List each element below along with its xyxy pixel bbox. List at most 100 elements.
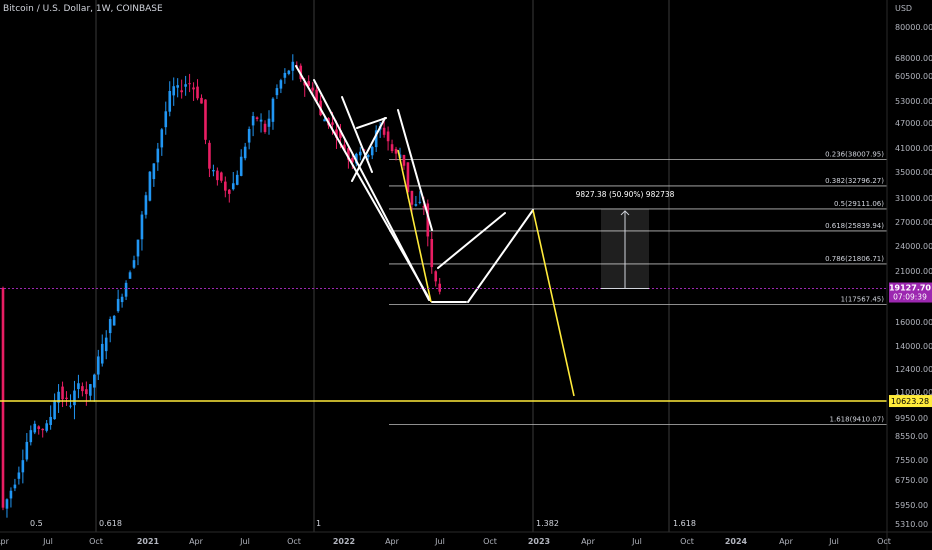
candle-body — [224, 181, 227, 191]
candle-body — [184, 84, 187, 87]
candle-body — [275, 88, 279, 96]
x-tick-label: Oct — [877, 537, 891, 546]
candle-body — [382, 127, 386, 135]
candle-body — [81, 386, 84, 392]
y-tick-label: 35000.00 — [895, 168, 932, 177]
candle-body — [128, 272, 132, 279]
y-tick-label: 80000.00 — [895, 23, 932, 32]
candle-body — [180, 90, 183, 93]
candle-body — [406, 162, 410, 193]
x-tick-label: Jul — [631, 537, 642, 546]
candle-body — [359, 151, 362, 156]
candle-body — [5, 499, 9, 509]
fib-time-label: 1.618 — [673, 519, 696, 528]
candle-body — [263, 123, 267, 132]
candle-body — [13, 484, 17, 489]
x-tick-label: Jul — [828, 537, 839, 546]
candle-body — [65, 397, 68, 399]
y-tick-label: 41000.00 — [895, 144, 932, 153]
y-tick-label: 5950.00 — [895, 501, 928, 510]
y-tick-label: 47000.00 — [895, 119, 932, 128]
fib-time-label: 1 — [316, 519, 321, 528]
x-tick-label: Apr — [189, 537, 204, 546]
candle-body — [192, 87, 195, 90]
y-tick-label: 5310.00 — [895, 520, 928, 529]
candle-body — [120, 296, 124, 303]
candle-body — [196, 86, 199, 99]
candle-body — [148, 171, 152, 201]
candle-body — [438, 283, 441, 292]
candle-body — [418, 201, 422, 203]
chart-title: Bitcoin / U.S. Dollar, 1W, COINBASE — [3, 4, 163, 14]
pattern-line — [313, 79, 430, 301]
candle-body — [49, 416, 52, 425]
candle-body — [132, 260, 136, 268]
y-tick-label: 9950.00 — [895, 414, 928, 423]
candle-body — [239, 156, 243, 176]
y-tick-label: 21000.00 — [895, 267, 932, 276]
fib-level-label: 0.786(21806.71) — [825, 255, 884, 263]
fib-level-label: 0.382(32796.27) — [825, 177, 884, 185]
candle-body — [200, 97, 203, 104]
candle-body — [33, 423, 37, 433]
candle-body — [243, 146, 247, 159]
candle-body — [323, 119, 326, 122]
candle-body — [212, 170, 215, 172]
candle-body — [144, 195, 148, 215]
candle-body — [168, 91, 172, 112]
x-tick-label: Jul — [434, 537, 445, 546]
target-price-label: 10623.28 — [891, 397, 929, 406]
x-tick-label: Apr — [581, 537, 596, 546]
x-tick-label: Jul — [42, 537, 53, 546]
price-chart[interactable]: 0.236(38007.95) 0.382(32796.27) 0.5(29111.… — [0, 0, 932, 550]
y-tick-label: 24000.00 — [895, 242, 932, 251]
candle-body — [414, 204, 418, 206]
candles — [1, 54, 441, 518]
pattern-line — [437, 212, 506, 269]
x-tick-label: Oct — [680, 537, 694, 546]
y-tick-label: 14000.00 — [895, 342, 932, 351]
candle-body — [255, 117, 259, 120]
candle-body — [1, 287, 5, 508]
candle-body — [386, 131, 390, 142]
x-tick-label: Jul — [239, 537, 250, 546]
candle-body — [283, 72, 287, 78]
candle-body — [208, 142, 211, 169]
candle-body — [29, 430, 33, 443]
projection-line — [397, 149, 432, 303]
candle-body — [164, 111, 168, 128]
candle-body — [116, 298, 120, 312]
x-tick-label: Apr — [0, 537, 10, 546]
candle-body — [21, 460, 25, 473]
candle-body — [73, 390, 76, 406]
x-tick-label: Oct — [89, 537, 103, 546]
candle-body — [247, 128, 251, 143]
candle-body — [100, 343, 104, 364]
candle-body — [112, 315, 116, 326]
candle-body — [53, 400, 56, 420]
candle-body — [108, 319, 112, 334]
candle-body — [311, 87, 314, 91]
fib-time-label: 0.5 — [30, 519, 43, 528]
candle-body — [69, 405, 72, 407]
candle-body — [271, 98, 275, 122]
currency-label: USD — [895, 4, 912, 13]
x-tick-label: 2021 — [137, 537, 160, 546]
candle-body — [410, 190, 414, 205]
candle-body — [172, 86, 176, 96]
candle-body — [104, 337, 108, 352]
candle-body — [152, 163, 156, 180]
y-tick-label: 8550.00 — [895, 432, 928, 441]
candle-body — [17, 472, 21, 479]
candle-body — [430, 238, 434, 268]
y-tick-label: 53000.00 — [895, 97, 932, 106]
candle-body — [85, 389, 88, 395]
candle-body — [160, 129, 164, 148]
measure-label: 9827.38 (50.90%) 982738 — [576, 190, 675, 199]
candle-body — [41, 428, 44, 431]
y-tick-label: 68000.00 — [895, 54, 932, 63]
candle-body — [9, 490, 13, 499]
candle-body — [93, 374, 96, 388]
candle-body — [331, 122, 334, 125]
candle-body — [259, 119, 263, 122]
